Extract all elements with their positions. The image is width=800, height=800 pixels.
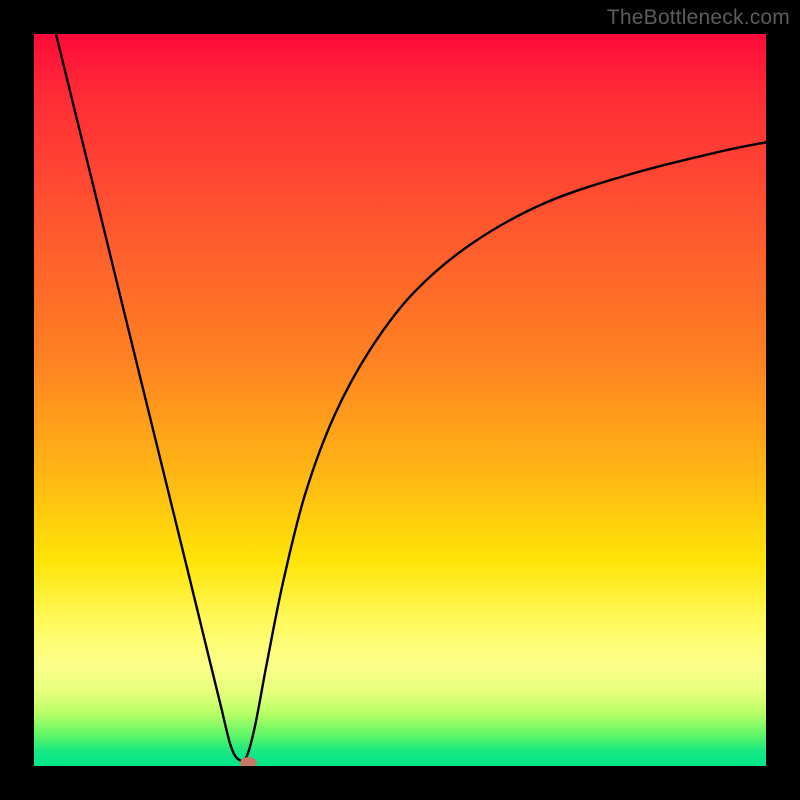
vertex-marker	[240, 757, 257, 766]
chart-stage: TheBottleneck.com	[0, 0, 800, 800]
bottleneck-curve	[34, 34, 766, 766]
plot-area	[34, 34, 766, 766]
watermark-text: TheBottleneck.com	[607, 6, 790, 30]
